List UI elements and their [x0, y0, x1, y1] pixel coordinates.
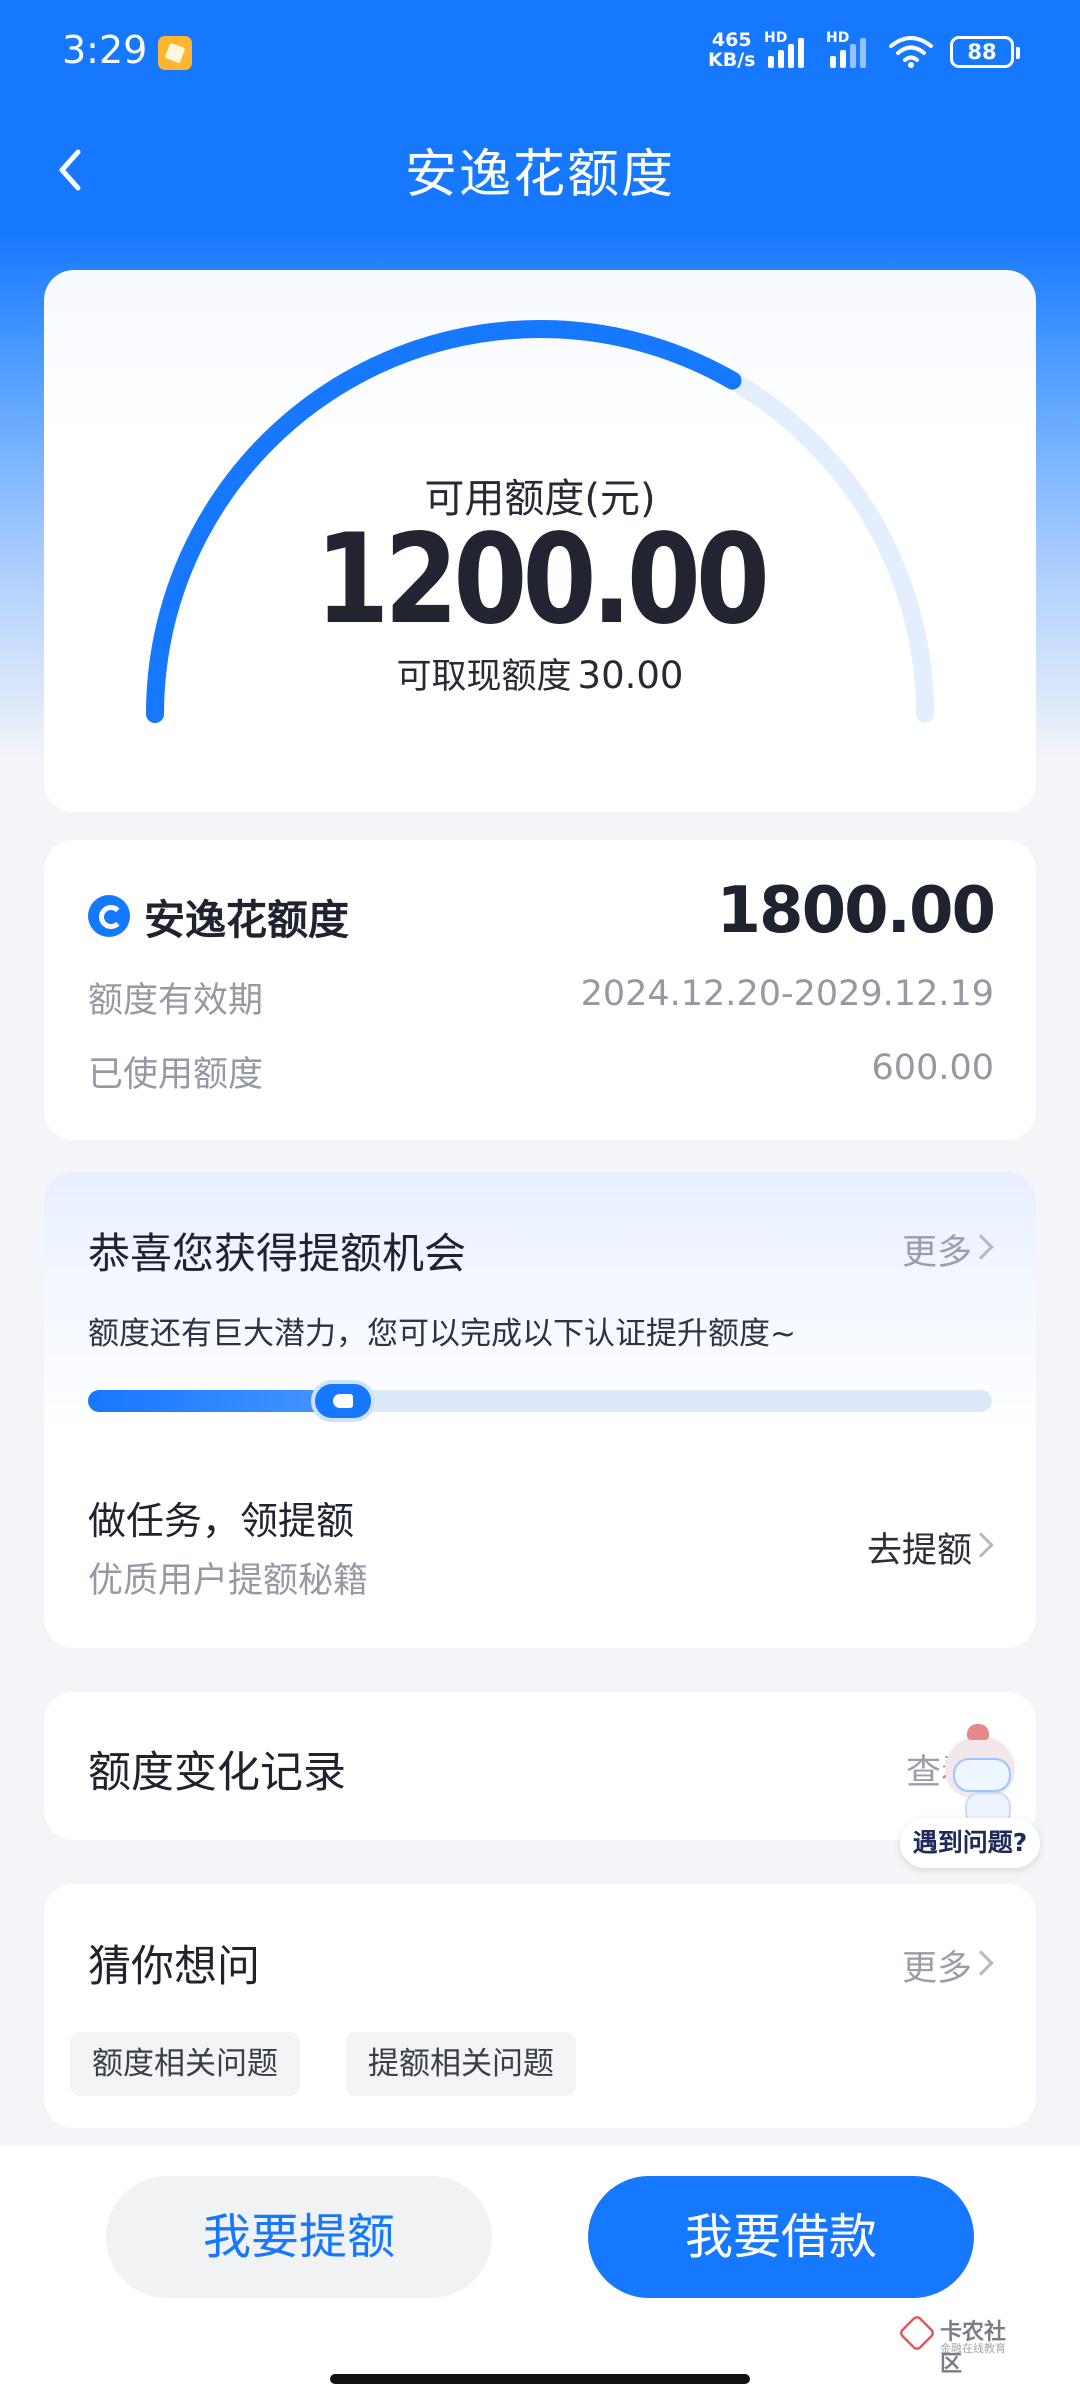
anyihua-logo-icon — [88, 895, 130, 937]
upgrade-title: 恭喜您获得提额机会 — [88, 1229, 467, 1278]
go-raise-button[interactable]: 去提额 — [867, 1522, 972, 1573]
rocket-icon — [311, 1380, 376, 1422]
watermark-logo-icon — [897, 2313, 937, 2353]
notification-app-icon — [158, 36, 192, 70]
available-credit-card: 可用额度(元) 1200.00 可取现额度 30.00 — [44, 270, 1036, 812]
cash-credit-label: 可取现额度 — [396, 657, 572, 697]
credit-record-card[interactable]: 额度变化记录 查看 — [44, 1692, 1036, 1840]
watermark-subtitle: 金融在线教育 — [940, 2342, 1006, 2355]
task-subtitle: 优质用户提额秘籍 — [88, 1561, 369, 1601]
upgrade-description: 额度还有巨大潜力，您可以完成以下认证提升额度~ — [88, 1316, 796, 1352]
network-speed-unit: KB/s — [708, 49, 756, 71]
network-speed-value: 465 — [711, 29, 752, 51]
used-value: 600.00 — [871, 1048, 994, 1088]
chevron-right-icon — [968, 1950, 994, 1976]
signal-icon-1 — [768, 34, 816, 68]
validity-label: 额度有效期 — [88, 981, 264, 1021]
raise-credit-button[interactable]: 我要提额 — [106, 2176, 492, 2298]
mascot-head — [945, 1724, 1015, 1798]
cash-credit: 可取现额度 30.00 — [44, 648, 1036, 699]
faq-title: 猜你想问 — [88, 1942, 260, 1992]
status-time: 3:29 — [62, 28, 148, 72]
credit-total: 1800.00 — [716, 874, 996, 948]
page-title: 安逸花额度 — [404, 145, 675, 205]
watermark: 卡农社区 金融在线教育 — [897, 2312, 1020, 2377]
faq-more-link[interactable]: 更多 — [902, 1940, 972, 1991]
upgrade-more-label: 更多 — [901, 1233, 972, 1273]
chevron-right-icon — [968, 1234, 994, 1260]
validity-value: 2024.12.20-2029.12.19 — [580, 974, 994, 1014]
used-label: 已使用额度 — [88, 1055, 264, 1095]
faq-card: 猜你想问 更多 额度相关问题 提额相关问题 — [44, 1884, 1036, 2128]
go-raise-label: 去提额 — [866, 1531, 972, 1571]
helper-mascot-icon[interactable] — [935, 1720, 1035, 1830]
record-title: 额度变化记录 — [88, 1748, 346, 1798]
signal-icon-2 — [830, 34, 878, 68]
wifi-icon — [889, 36, 933, 68]
credit-title: 安逸花额度 — [144, 896, 349, 944]
upgrade-progress-bar — [88, 1380, 992, 1422]
upgrade-more-link[interactable]: 更多 — [902, 1224, 972, 1275]
faq-chip-credit[interactable]: 额度相关问题 — [70, 2032, 300, 2096]
home-indicator[interactable] — [330, 2374, 750, 2384]
chevron-right-icon — [968, 1532, 994, 1558]
credit-upgrade-card: 恭喜您获得提额机会 更多 额度还有巨大潜力，您可以完成以下认证提升额度~ 做任务… — [44, 1172, 1036, 1648]
help-button[interactable]: 遇到问题? — [900, 1818, 1040, 1868]
status-bar: 3:29 465 KB/s HD HD 88 — [0, 0, 1080, 110]
task-title: 做任务，领提额 — [88, 1499, 355, 1543]
credit-info-card: 安逸花额度 1800.00 额度有效期 2024.12.20-2029.12.1… — [44, 840, 1036, 1140]
faq-chip-raise[interactable]: 提额相关问题 — [346, 2032, 576, 2096]
battery-icon: 88 — [950, 36, 1020, 68]
borrow-button[interactable]: 我要借款 — [588, 2176, 974, 2298]
cash-credit-value: 30.00 — [577, 654, 684, 697]
available-credit-value: 1200.00 — [315, 508, 770, 652]
network-speed: 465 KB/s — [708, 30, 755, 70]
